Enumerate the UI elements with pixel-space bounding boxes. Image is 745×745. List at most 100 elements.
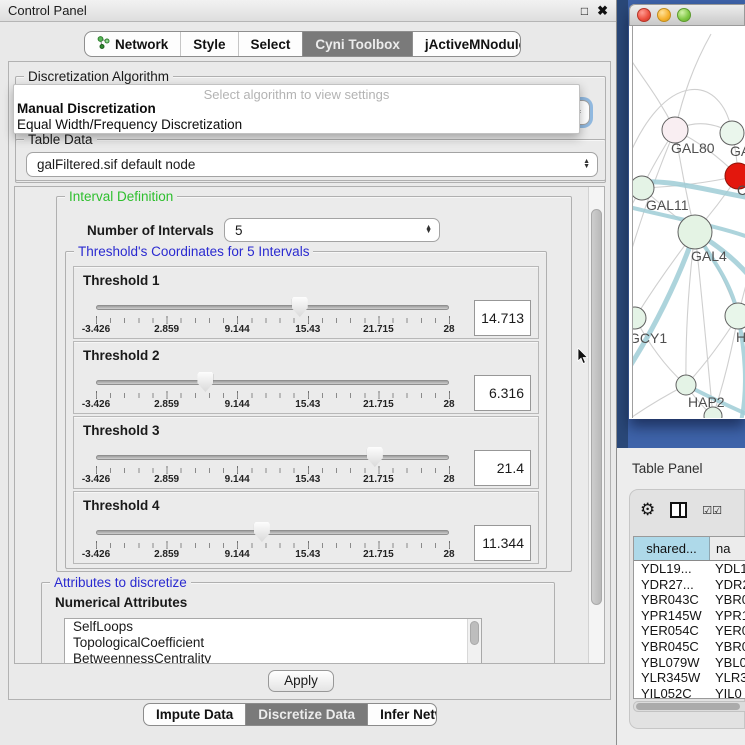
table-row[interactable]: YPR145WYPR1 xyxy=(634,608,745,624)
settings-scrollbar-thumb[interactable] xyxy=(591,209,602,605)
tick-label: 2.859 xyxy=(137,324,197,335)
table-row[interactable]: YBL079WYBL0 xyxy=(634,655,745,671)
network-view-window[interactable]: GAL80GACGAL11GAL4GCY1HHAP2 xyxy=(629,4,745,419)
table-row[interactable]: YDR27...YDR2 xyxy=(634,577,745,593)
table-cell: YDR2 xyxy=(710,577,745,593)
group-title: Interval Definition xyxy=(65,189,177,204)
table-row[interactable]: YER054CYER0 xyxy=(634,623,745,639)
node-attribute-table: shared... na YDL19...YDL1YDR27...YDR2YBR… xyxy=(633,536,745,699)
columns-icon[interactable] xyxy=(670,502,687,518)
table-panel: Table Panel ⚙ ☑☑ shared... na YDL19...YD… xyxy=(617,448,745,745)
list-item[interactable]: SelfLoops xyxy=(65,619,481,635)
network-node[interactable] xyxy=(678,215,712,249)
network-node-label: GAL4 xyxy=(691,248,727,264)
close-traffic-icon[interactable] xyxy=(637,8,651,22)
tab-jactivemnodules[interactable]: jActiveMNodules xyxy=(412,32,521,56)
tab-infer-network[interactable]: Infer Network xyxy=(367,704,437,725)
checkboxes-icon[interactable]: ☑☑ xyxy=(702,504,722,517)
table-cell: YBL079W xyxy=(634,655,710,671)
group-title: Discretization Algorithm xyxy=(24,69,173,84)
network-node[interactable] xyxy=(676,375,696,395)
slider-minor-ticks xyxy=(96,393,450,398)
slider-track[interactable] xyxy=(96,380,449,385)
num-intervals-spinner[interactable]: 5 ▲▼ xyxy=(224,218,440,242)
tick-label: 28 xyxy=(419,399,479,410)
group-title: Attributes to discretize xyxy=(50,575,191,590)
table-horizontal-scrollbar[interactable] xyxy=(633,701,745,712)
tick-label: 2.859 xyxy=(137,549,197,560)
table-data-combobox[interactable]: galFiltered.sif default node ▲▼ xyxy=(26,152,598,177)
network-node-label: GA xyxy=(730,143,745,159)
table-row[interactable]: YDL19...YDL1 xyxy=(634,561,745,577)
column-header-shared-name[interactable]: shared... xyxy=(634,537,710,560)
table-row[interactable]: YLR345WYLR3 xyxy=(634,670,745,686)
list-item[interactable]: BetweennessCentrality xyxy=(65,651,481,664)
tick-label: 15.43 xyxy=(278,324,338,335)
table-row[interactable]: YIL052CYIL0 xyxy=(634,686,745,699)
slider-thumb[interactable] xyxy=(367,447,383,467)
network-icon xyxy=(97,36,110,52)
slider-thumb[interactable] xyxy=(292,297,308,317)
minimize-traffic-icon[interactable] xyxy=(657,8,671,22)
tick-label: 21.715 xyxy=(348,399,408,410)
slider-minor-ticks xyxy=(96,318,450,323)
threshold-value-field[interactable]: 21.4 xyxy=(474,450,531,486)
table-cell: YBR043C xyxy=(634,592,710,608)
group-title: Table Data xyxy=(24,132,97,147)
tab-label: jActiveMNodules xyxy=(425,37,521,52)
control-panel-title: Control Panel xyxy=(8,3,572,18)
num-intervals-value: 5 xyxy=(235,223,243,238)
slider-thumb[interactable] xyxy=(254,522,270,542)
numerical-attributes-list[interactable]: SelfLoops TopologicalCoefficient Between… xyxy=(64,618,482,664)
table-cell: YBR0 xyxy=(710,639,745,655)
control-panel-titlebar[interactable]: Control Panel □ ✖ xyxy=(0,0,616,22)
gear-icon[interactable]: ⚙ xyxy=(640,502,655,519)
table-panel-title: Table Panel xyxy=(632,461,703,476)
network-node[interactable] xyxy=(720,121,744,145)
threshold-value-field[interactable]: 6.316 xyxy=(474,375,531,411)
slider-minor-ticks xyxy=(96,543,450,548)
threshold-value-field[interactable]: 14.713 xyxy=(474,300,531,336)
tick-label: 9.144 xyxy=(207,399,267,410)
table-cell: YPR145W xyxy=(634,608,710,624)
top-tabbar: Network Style Select Cyni Toolbox jActiv… xyxy=(84,31,521,57)
apply-button[interactable]: Apply xyxy=(268,670,334,692)
tab-style[interactable]: Style xyxy=(180,32,237,56)
slider-track[interactable] xyxy=(96,530,449,535)
network-window-titlebar[interactable] xyxy=(629,4,745,26)
threshold-value-field[interactable]: 11.344 xyxy=(474,525,531,561)
zoom-traffic-icon[interactable] xyxy=(677,8,691,22)
slider-track[interactable] xyxy=(96,455,449,460)
tick-label: -3.426 xyxy=(66,324,126,335)
network-node[interactable] xyxy=(725,303,745,329)
table-cell: YBR0 xyxy=(710,592,745,608)
table-row[interactable]: YBR043CYBR0 xyxy=(634,592,745,608)
settings-vertical-scrollbar[interactable] xyxy=(588,187,604,663)
network-node[interactable] xyxy=(633,307,646,329)
group-title: Threshold's Coordinates for 5 Intervals xyxy=(74,244,313,259)
list-scrollbar[interactable] xyxy=(467,619,481,664)
network-canvas[interactable]: GAL80GACGAL11GAL4GCY1HHAP2 xyxy=(632,26,745,418)
table-cell: YDR27... xyxy=(634,577,710,593)
list-item[interactable]: TopologicalCoefficient xyxy=(65,635,481,651)
dropdown-option-manual[interactable]: Manual Discretization xyxy=(14,101,579,117)
dropdown-option-equal-width[interactable]: Equal Width/Frequency Discretization xyxy=(14,117,579,133)
tick-label: 28 xyxy=(419,549,479,560)
slider-track[interactable] xyxy=(96,305,449,310)
close-icon[interactable]: ✖ xyxy=(597,4,608,17)
tab-label: Style xyxy=(193,37,225,52)
slider-thumb[interactable] xyxy=(197,372,213,392)
list-scrollbar-thumb[interactable] xyxy=(470,621,479,645)
table-row[interactable]: YBR045CYBR0 xyxy=(634,639,745,655)
table-scrollbar-thumb[interactable] xyxy=(636,703,740,710)
tick-label: 9.144 xyxy=(207,474,267,485)
table-cell: YDL1 xyxy=(710,561,745,577)
tab-label: Infer Network xyxy=(380,707,437,722)
tab-discretize-data[interactable]: Discretize Data xyxy=(245,704,367,725)
tab-impute-data[interactable]: Impute Data xyxy=(144,704,245,725)
tab-cyni-toolbox[interactable]: Cyni Toolbox xyxy=(302,32,412,56)
tab-select[interactable]: Select xyxy=(238,32,303,56)
tab-network[interactable]: Network xyxy=(85,32,180,56)
column-header-name[interactable]: na xyxy=(710,537,745,560)
float-window-icon[interactable]: □ xyxy=(581,5,588,17)
